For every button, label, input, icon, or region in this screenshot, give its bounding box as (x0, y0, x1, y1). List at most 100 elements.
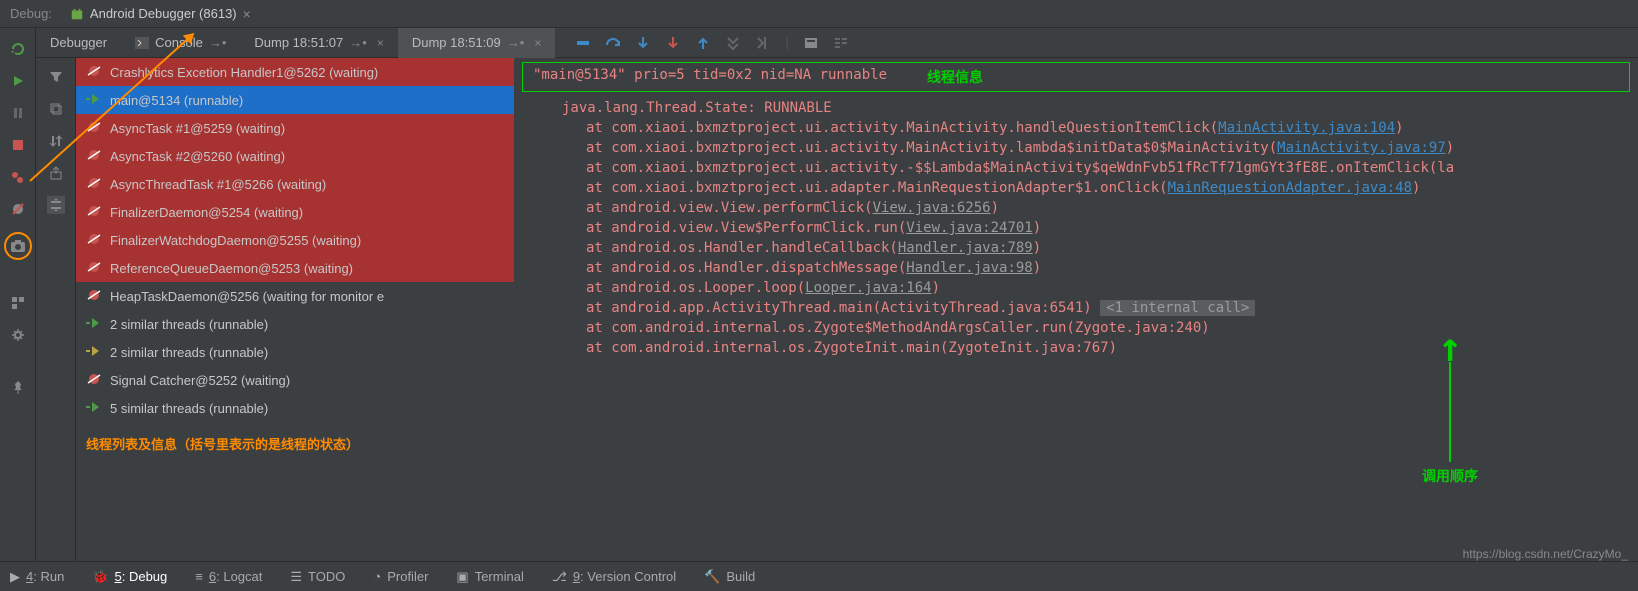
debug-tool[interactable]: 🐞5: Debug (92, 569, 167, 585)
dump-threads-icon[interactable] (4, 232, 32, 260)
export-icon[interactable] (47, 164, 65, 182)
thread-item[interactable]: main@5134 (runnable) (76, 86, 514, 114)
session-name: Android Debugger (8613) (90, 6, 237, 21)
source-link[interactable]: Handler.java:789 (898, 240, 1033, 256)
thread-list-gutter (36, 58, 76, 561)
thread-name: 2 similar threads (runnable) (110, 317, 268, 332)
source-link[interactable]: View.java:24701 (906, 220, 1032, 236)
stack-frame[interactable]: at android.app.ActivityThread.main(Activ… (522, 298, 1630, 318)
source-link[interactable]: View.java:6256 (873, 200, 991, 216)
sort-icon[interactable] (47, 132, 65, 150)
thread-name: 2 similar threads (runnable) (110, 345, 268, 360)
settings-icon[interactable] (9, 326, 27, 344)
thread-item[interactable]: 5 similar threads (runnable) (76, 394, 514, 422)
thread-name: AsyncTask #1@5259 (waiting) (110, 121, 285, 136)
thread-item[interactable]: ReferenceQueueDaemon@5253 (waiting) (76, 254, 514, 282)
thread-item[interactable]: FinalizerWatchdogDaemon@5255 (waiting) (76, 226, 514, 254)
stack-frame[interactable]: at com.android.internal.os.Zygote$Method… (522, 318, 1630, 338)
run-to-cursor-icon[interactable] (755, 35, 771, 51)
mute-breakpoints-icon[interactable] (9, 200, 27, 218)
stack-frame[interactable]: at android.os.Handler.handleCallback(Han… (522, 238, 1630, 258)
thread-state-icon (86, 65, 102, 79)
debugger-tabs: Debugger Console →• Dump 18:51:07 →• × D… (36, 28, 1638, 58)
dump1-tab[interactable]: Dump 18:51:07 →• × (240, 28, 397, 58)
thread-name: AsyncThreadTask #1@5266 (waiting) (110, 177, 326, 192)
thread-state-icon (86, 177, 102, 191)
layout-icon[interactable] (9, 294, 27, 312)
thread-name: AsyncTask #2@5260 (waiting) (110, 149, 285, 164)
drop-frame-icon[interactable] (725, 35, 741, 51)
debug-session-bar: Debug: Android Debugger (8613) × (0, 0, 1638, 28)
step-into-icon[interactable] (635, 35, 651, 51)
thread-list-caption: 线程列表及信息（括号里表示的是线程的状态） (76, 422, 514, 465)
close-icon[interactable]: × (377, 36, 384, 50)
force-step-into-icon[interactable] (665, 35, 681, 51)
step-over-icon[interactable] (605, 35, 621, 51)
thread-state-icon (86, 261, 102, 275)
stack-frame[interactable]: at com.xiaoi.bxmztproject.ui.activity.Ma… (522, 138, 1630, 158)
stack-frame[interactable]: at com.xiaoi.bxmztproject.ui.adapter.Mai… (522, 178, 1630, 198)
thread-item[interactable]: AsyncTask #1@5259 (waiting) (76, 114, 514, 142)
pin-icon[interactable] (9, 378, 27, 396)
stack-frame[interactable]: at android.os.Handler.dispatchMessage(Ha… (522, 258, 1630, 278)
debug-action-gutter (0, 28, 36, 561)
export-icon[interactable]: →• (507, 35, 525, 50)
stack-frame[interactable]: at com.xiaoi.bxmztproject.ui.activity.Ma… (522, 118, 1630, 138)
copy-icon[interactable] (47, 100, 65, 118)
source-link[interactable]: MainActivity.java:97 (1277, 140, 1446, 156)
thread-state-icon (86, 149, 102, 163)
thread-item[interactable]: 2 similar threads (runnable) (76, 310, 514, 338)
thread-state: java.lang.Thread.State: RUNNABLE (522, 98, 1630, 118)
step-out-icon[interactable] (695, 35, 711, 51)
thread-item[interactable]: AsyncThreadTask #1@5266 (waiting) (76, 170, 514, 198)
source-link[interactable]: MainActivity.java:104 (1218, 120, 1395, 136)
rerun-icon[interactable] (9, 40, 27, 58)
breakpoints-icon[interactable] (9, 168, 27, 186)
thread-item[interactable]: FinalizerDaemon@5254 (waiting) (76, 198, 514, 226)
thread-name: FinalizerDaemon@5254 (waiting) (110, 205, 303, 220)
thread-name: FinalizerWatchdogDaemon@5255 (waiting) (110, 233, 361, 248)
debugger-tab[interactable]: Debugger (36, 28, 121, 58)
thread-item[interactable]: Crashlytics Excetion Handler1@5262 (wait… (76, 58, 514, 86)
terminal-tool[interactable]: ▣Terminal (456, 569, 523, 585)
close-icon[interactable]: × (243, 6, 251, 22)
pause-icon[interactable] (9, 104, 27, 122)
stop-icon[interactable] (9, 136, 27, 154)
stack-frame[interactable]: at android.view.View$PerformClick.run(Vi… (522, 218, 1630, 238)
show-exec-icon[interactable] (575, 35, 591, 51)
vc-tool[interactable]: ⎇9: Version Control (552, 569, 676, 585)
run-tool[interactable]: ▶4: Run (10, 569, 64, 585)
source-link[interactable]: Handler.java:98 (906, 260, 1032, 276)
debug-session-tab[interactable]: Android Debugger (8613) × (62, 3, 259, 25)
close-icon[interactable]: × (534, 36, 541, 50)
stack-trace-panel: "main@5134" prio=5 tid=0x2 nid=NA runnab… (514, 58, 1638, 561)
collapse-icon[interactable] (47, 196, 65, 214)
source-link[interactable]: MainRequestionAdapter.java:48 (1168, 180, 1412, 196)
thread-item[interactable]: Signal Catcher@5252 (waiting) (76, 366, 514, 394)
thread-name: 5 similar threads (runnable) (110, 401, 268, 416)
stack-frame[interactable]: at android.view.View.performClick(View.j… (522, 198, 1630, 218)
watermark: https://blog.csdn.net/CrazyMo_ (1463, 547, 1628, 561)
thread-state-icon (86, 93, 102, 107)
trace-icon[interactable] (833, 35, 849, 51)
stack-frame[interactable]: at com.xiaoi.bxmztproject.ui.activity.-$… (522, 158, 1630, 178)
evaluate-icon[interactable] (803, 35, 819, 51)
arrow-up-icon: ↑ (1438, 338, 1462, 358)
android-icon (70, 7, 84, 21)
dump2-tab[interactable]: Dump 18:51:09 →• × (398, 28, 555, 58)
export-icon[interactable]: →• (209, 35, 227, 50)
filter-icon[interactable] (47, 68, 65, 86)
thread-item[interactable]: AsyncTask #2@5260 (waiting) (76, 142, 514, 170)
export-icon[interactable]: →• (349, 35, 367, 50)
build-tool[interactable]: 🔨Build (704, 569, 755, 585)
profiler-tool[interactable]: ◔Profiler (373, 569, 428, 584)
resume-icon[interactable] (9, 72, 27, 90)
todo-tool[interactable]: ☰TODO (290, 569, 345, 585)
thread-item[interactable]: HeapTaskDaemon@5256 (waiting for monitor… (76, 282, 514, 310)
logcat-tool[interactable]: ≡6: Logcat (195, 569, 262, 584)
stack-frame[interactable]: at android.os.Looper.loop(Looper.java:16… (522, 278, 1630, 298)
source-link[interactable]: Looper.java:164 (805, 280, 931, 296)
thread-state-icon (86, 401, 102, 415)
thread-item[interactable]: 2 similar threads (runnable) (76, 338, 514, 366)
thread-info-box: "main@5134" prio=5 tid=0x2 nid=NA runnab… (522, 62, 1630, 92)
